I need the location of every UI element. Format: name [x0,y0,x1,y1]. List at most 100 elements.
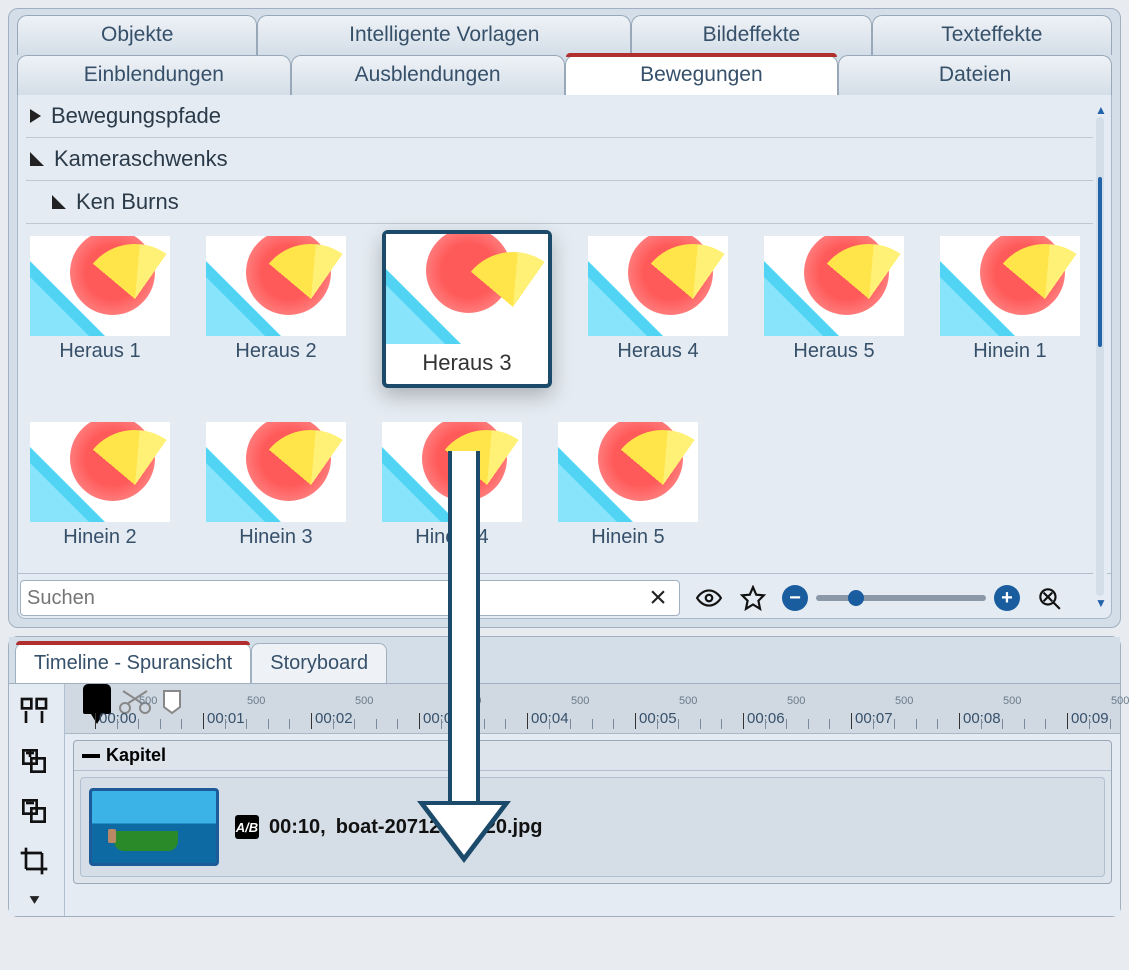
zoom-control: − + [782,585,1020,611]
ruler-label: 00:09 [1071,710,1109,727]
ruler-sublabel: 500 [463,695,481,707]
tool-crop-icon[interactable] [13,840,55,882]
thumb-hinein-4[interactable]: Hinein 4 [382,422,522,549]
ruler-sublabel: 500 [787,695,805,707]
ruler-sublabel: 500 [247,695,265,707]
transition-badge-icon: A/B [235,815,259,839]
tab-timeline[interactable]: Timeline - Spuransicht [15,643,251,683]
section-bewegungspfade[interactable]: Bewegungspfade [26,95,1103,138]
tab-vorlagen[interactable]: Intelligente Vorlagen [257,15,631,55]
thumb-hinein-5[interactable]: Hinein 5 [558,422,698,549]
thumb-heraus-1[interactable]: Heraus 1 [30,236,170,394]
search-toolbar: × − + [18,573,1111,618]
timeline-ruler[interactable]: 00:0050000:0150000:0250000:0350000:04500… [65,684,1120,734]
chapter-block: Kapitel A/B 00:10, boat-207129_1920.jpg [73,740,1112,884]
section-kenburns[interactable]: Ken Burns [26,181,1103,224]
tab-bewegungen[interactable]: Bewegungen [565,55,839,95]
thumb-label: Heraus 4 [588,340,728,363]
ruler-sublabel: 500 [355,695,373,707]
section-label: Kameraschwenks [54,146,228,172]
tab-dateien[interactable]: Dateien [838,55,1112,95]
thumb-label: Heraus 5 [764,340,904,363]
clip-info: A/B 00:10, boat-207129_1920.jpg [235,815,543,839]
ruler-label: 00:08 [963,710,1001,727]
search-input[interactable] [27,587,643,610]
chevron-right-icon [30,109,41,123]
ruler-label: 00:07 [855,710,893,727]
tool-remove-track-icon[interactable] [13,790,55,832]
zoom-out-button[interactable]: − [782,585,808,611]
thumb-heraus-3[interactable]: Heraus 3 [382,236,552,394]
expand-icon [30,152,44,166]
tool-cut-icon[interactable] [13,690,55,732]
thumb-hinein-1[interactable]: Hinein 1 [940,236,1080,394]
ruler-label: 00:06 [747,710,785,727]
collapse-icon[interactable] [82,754,100,758]
ruler-label: 00:04 [531,710,569,727]
effects-content: Bewegungspfade Kameraschwenks Ken Burns … [17,95,1112,619]
tool-add-track-icon[interactable] [13,740,55,782]
thumbnail-grid: Heraus 1 Heraus 2 Heraus 3 Heraus 4 [26,224,1103,561]
thumb-label: Heraus 2 [206,340,346,363]
zoom-slider[interactable] [816,595,986,601]
tab-objekte[interactable]: Objekte [17,15,257,55]
thumb-label: Hinein 2 [30,526,170,549]
ruler-sublabel: 500 [1003,695,1021,707]
tab-ausblendungen[interactable]: Ausblendungen [291,55,565,95]
ruler-sublabel: 500 [895,695,913,707]
tabs-row-2: Einblendungen Ausblendungen Bewegungen D… [17,55,1112,95]
eye-icon[interactable] [694,583,724,613]
tab-texteffekte[interactable]: Texteffekte [872,15,1112,55]
scroll-up-icon[interactable]: ▲ [1095,103,1105,117]
section-label: Bewegungspfade [51,103,221,129]
ruler-sublabel: 500 [571,695,589,707]
ruler-label: 00:02 [315,710,353,727]
clear-icon[interactable]: × [643,583,673,613]
search-input-wrapper: × [20,580,680,616]
scroll-down-icon[interactable]: ▼ [1095,596,1105,610]
clip-row[interactable]: A/B 00:10, boat-207129_1920.jpg [80,777,1105,877]
tab-bildeffekte[interactable]: Bildeffekte [631,15,871,55]
thumb-label: Hinein 3 [206,526,346,549]
ruler-label: 00:05 [639,710,677,727]
vertical-scrollbar[interactable]: ▲ ▼ [1093,103,1107,610]
thumb-label: Hinein 1 [940,340,1080,363]
thumb-heraus-4[interactable]: Heraus 4 [588,236,728,394]
thumb-hinein-2[interactable]: Hinein 2 [30,422,170,549]
ruler-label: 00:01 [207,710,245,727]
thumb-label: Heraus 3 [386,350,548,376]
timeline-body: 00:0050000:0150000:0250000:0350000:04500… [9,683,1120,916]
timeline-panel: Timeline - Spuransicht Storyboard [8,636,1121,917]
clip-duration: 00:10, [269,816,326,839]
tab-storyboard[interactable]: Storyboard [251,643,387,683]
chapter-label: Kapitel [106,745,166,766]
star-icon[interactable] [738,583,768,613]
timeline-main: 00:0050000:0150000:0250000:0350000:04500… [65,684,1120,916]
ruler-label: 00:03 [423,710,461,727]
ruler-sublabel: 500 [679,695,697,707]
ruler-sublabel: 500 [139,695,157,707]
section-label: Ken Burns [76,189,179,215]
zoom-reset-icon[interactable] [1034,583,1064,613]
tab-einblendungen[interactable]: Einblendungen [17,55,291,95]
thumb-label: Hinein 4 [382,526,522,549]
section-kameraschwenks[interactable]: Kameraschwenks [26,138,1103,181]
thumb-heraus-2[interactable]: Heraus 2 [206,236,346,394]
zoom-in-button[interactable]: + [994,585,1020,611]
ruler-sublabel: 500 [1111,695,1129,707]
thumb-heraus-5[interactable]: Heraus 5 [764,236,904,394]
timeline-toolbar [9,684,65,916]
thumb-label: Hinein 5 [558,526,698,549]
ruler-label: 00:00 [99,710,137,727]
expand-icon [52,195,66,209]
thumb-label: Heraus 1 [30,340,170,363]
timeline-tabs: Timeline - Spuransicht Storyboard [9,637,1120,683]
clip-filename: boat-207129_1920.jpg [336,816,543,839]
clip-thumbnail [89,788,219,866]
scrollbar-thumb[interactable] [1098,177,1102,347]
tool-more-icon[interactable] [13,890,55,910]
chapter-header[interactable]: Kapitel [74,741,1111,771]
thumb-hinein-3[interactable]: Hinein 3 [206,422,346,549]
zoom-slider-thumb[interactable] [848,590,864,606]
tabs-row-1: Objekte Intelligente Vorlagen Bildeffekt… [17,15,1112,55]
